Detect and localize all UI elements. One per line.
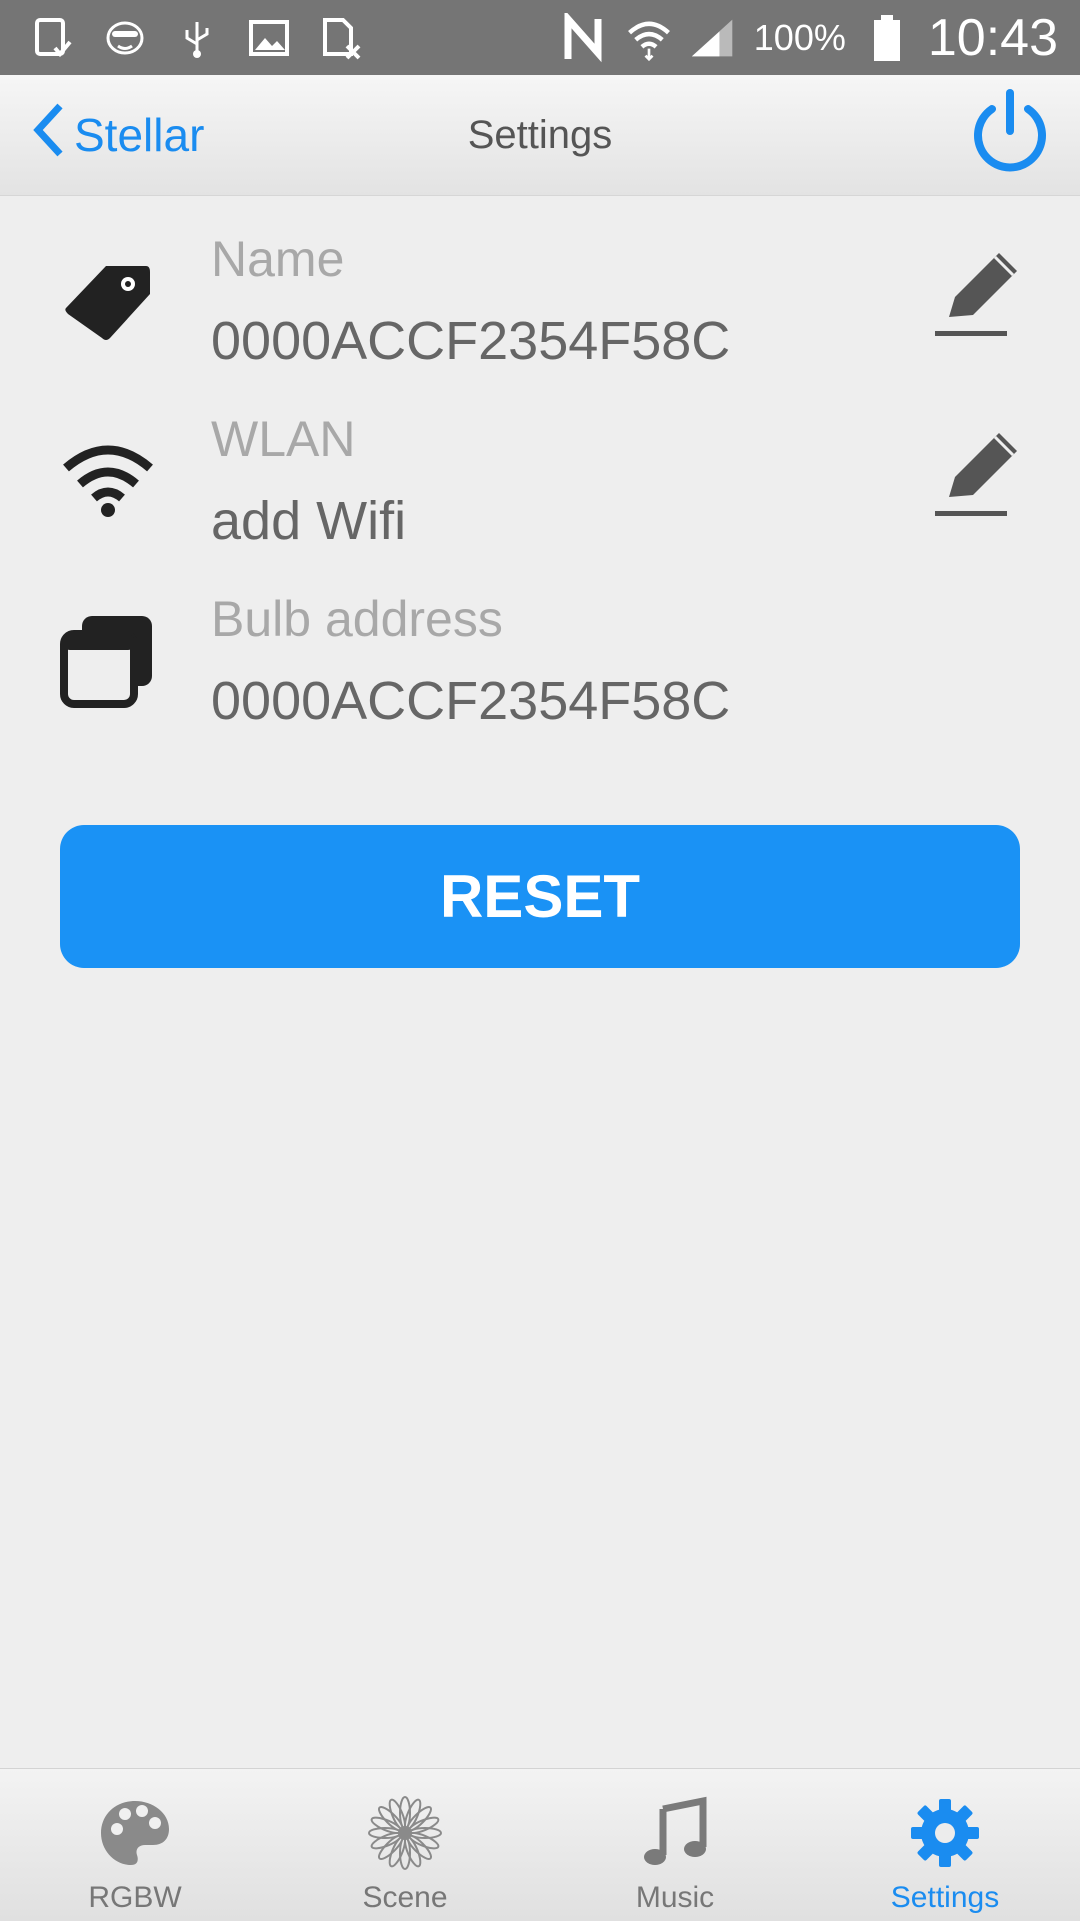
back-label: Stellar	[74, 109, 205, 161]
mask-icon	[102, 15, 148, 61]
status-bar: 100% 10:43	[0, 0, 1080, 75]
clock: 10:43	[927, 8, 1058, 67]
notification-icons	[30, 10, 364, 65]
wifi-icon	[626, 15, 672, 61]
battery-percent: 100%	[753, 16, 846, 58]
reset-button[interactable]: RESET	[60, 825, 1020, 968]
signal-icon	[690, 15, 736, 61]
tag-icon	[58, 250, 158, 350]
image-icon	[246, 15, 292, 61]
wlan-row: WLAN add Wifi	[0, 390, 1080, 570]
tablet-check-icon	[30, 15, 76, 61]
battery-icon	[864, 14, 910, 61]
tab-settings[interactable]: Settings	[810, 1769, 1080, 1921]
tab-scene[interactable]: Scene	[270, 1769, 540, 1921]
wifi-icon	[58, 430, 158, 530]
bulb-address-label: Bulb address	[211, 591, 503, 647]
chevron-left-icon	[30, 100, 66, 171]
wlan-value: add Wifi	[211, 491, 407, 551]
flower-icon	[367, 1795, 443, 1871]
gear-icon	[907, 1795, 983, 1871]
back-button[interactable]: Stellar	[30, 75, 204, 195]
tab-label: RGBW	[88, 1881, 182, 1914]
usb-icon	[174, 15, 220, 61]
tab-label: Music	[635, 1881, 715, 1914]
edit-name-button[interactable]	[925, 245, 1025, 345]
tab-label: Scene	[362, 1881, 448, 1914]
system-icons: 100% 10:43	[562, 0, 1058, 75]
wlan-label: WLAN	[211, 411, 356, 467]
bulb-address-value: 0000ACCF2354F58C	[211, 671, 731, 731]
power-button[interactable]	[962, 87, 1058, 183]
music-note-icon	[637, 1795, 713, 1871]
nfc-icon	[562, 12, 608, 62]
tab-bar: RGBW Scene Music Settings	[0, 1768, 1080, 1921]
bulb-address-row: Bulb address 0000ACCF2354F58C	[0, 570, 1080, 750]
name-value: 0000ACCF2354F58C	[211, 311, 731, 371]
navigation-bar: Stellar Settings	[0, 75, 1080, 196]
tab-rgbw[interactable]: RGBW	[0, 1769, 270, 1921]
tab-label: Settings	[890, 1881, 1000, 1914]
edit-wlan-button[interactable]	[925, 425, 1025, 525]
windows-icon	[58, 610, 158, 710]
sim-off-icon	[318, 15, 364, 61]
pencil-icon	[935, 253, 1017, 336]
name-row: Name 0000ACCF2354F58C	[0, 210, 1080, 390]
tab-music[interactable]: Music	[540, 1769, 810, 1921]
palette-icon	[97, 1795, 173, 1871]
power-icon	[974, 89, 1046, 172]
name-label: Name	[211, 231, 345, 287]
pencil-icon	[935, 433, 1017, 516]
